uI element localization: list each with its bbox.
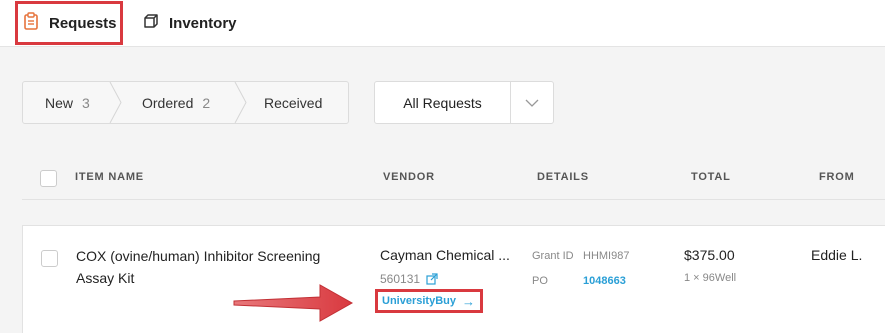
column-header-total[interactable]: TOTAL <box>691 171 731 183</box>
status-step-new[interactable]: New 3 <box>45 82 90 123</box>
arrow-right-icon: → <box>461 293 475 309</box>
status-step-count: 3 <box>82 94 90 111</box>
tab-requests[interactable]: Requests <box>15 0 123 46</box>
catalog-number-text: 560131 <box>380 272 421 286</box>
table-row[interactable]: COX (ovine/human) Inhibitor Screening As… <box>22 225 885 333</box>
column-header-vendor[interactable]: VENDOR <box>383 171 435 183</box>
top-tab-bar: Requests Inventory <box>0 0 885 47</box>
annotation-arrow-icon <box>233 284 354 322</box>
status-step-label: Received <box>264 94 323 111</box>
step-divider-chevron <box>234 82 247 123</box>
annotation-highlight-box <box>15 1 123 45</box>
box-icon <box>143 13 169 33</box>
request-filter-dropdown[interactable]: All Requests <box>374 81 554 124</box>
step-divider-chevron <box>109 82 122 123</box>
universitybuy-link[interactable]: UniversityBuy → <box>375 289 483 313</box>
tab-inventory[interactable]: Inventory <box>143 0 237 46</box>
vendor-name: Cayman Chemical ... <box>380 247 510 263</box>
status-step-label: Ordered <box>142 94 194 111</box>
requester-name: Eddie L. <box>811 247 863 263</box>
status-step-ordered[interactable]: Ordered 2 <box>142 82 210 123</box>
status-filter: New 3 Ordered 2 Received <box>22 81 349 124</box>
po-number-link[interactable]: 1048663 <box>583 275 626 287</box>
total-price: $375.00 <box>684 247 735 263</box>
row-checkbox[interactable] <box>41 250 58 267</box>
universitybuy-link-label: UniversityBuy <box>382 295 456 307</box>
select-all-checkbox[interactable] <box>40 170 57 187</box>
column-header-details[interactable]: DETAILS <box>537 171 589 183</box>
catalog-number: 560131 <box>380 272 438 286</box>
chevron-down-icon[interactable] <box>511 82 553 123</box>
grant-id-value: HHMI987 <box>583 250 630 262</box>
column-header-from[interactable]: FROM <box>819 171 855 183</box>
status-step-received[interactable]: Received <box>264 82 322 123</box>
po-label: PO <box>532 275 548 287</box>
table-header: ITEM NAME VENDOR DETAILS TOTAL FROM <box>22 152 885 200</box>
status-step-count: 2 <box>202 94 211 111</box>
quantity: 1 × 96Well <box>684 272 737 284</box>
status-step-label: New <box>45 94 74 111</box>
dropdown-selected-value: All Requests <box>375 82 511 123</box>
tab-inventory-label: Inventory <box>169 14 237 32</box>
grant-id-label: Grant ID <box>532 250 574 262</box>
column-header-item-name[interactable]: ITEM NAME <box>75 171 144 183</box>
external-link-icon[interactable] <box>426 273 438 285</box>
